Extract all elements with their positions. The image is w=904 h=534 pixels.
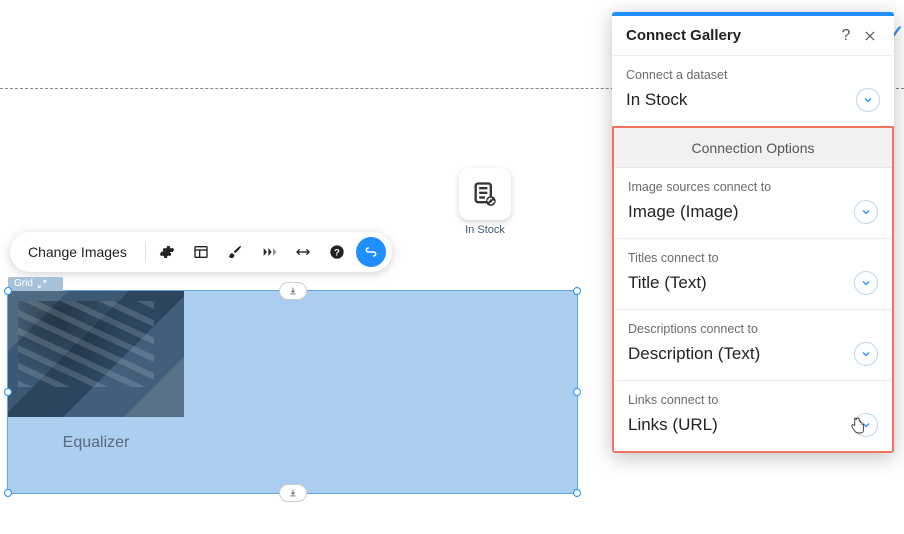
resize-handle-bottom-left[interactable] — [4, 489, 12, 497]
option-dropdown-toggle[interactable] — [854, 200, 878, 224]
connect-dataset-section: Connect a dataset In Stock — [612, 56, 894, 127]
option-titles: Titles connect to Title (Text) — [614, 239, 892, 310]
download-icon — [288, 488, 298, 498]
panel-close-button[interactable] — [858, 24, 882, 48]
resize-handle-left[interactable] — [4, 388, 12, 396]
element-type-tag[interactable]: Grid — [8, 277, 63, 291]
dataset-icon — [471, 180, 499, 208]
gallery-item[interactable]: Equalizer — [8, 291, 184, 469]
stretch-button[interactable] — [288, 237, 318, 267]
option-image-sources: Image sources connect to Image (Image) — [614, 168, 892, 239]
panel-help-button[interactable]: ? — [834, 24, 858, 48]
anchor-handle-top[interactable] — [279, 282, 307, 300]
question-icon: ? — [842, 27, 851, 45]
option-dropdown-toggle[interactable] — [854, 413, 878, 437]
change-images-button[interactable]: Change Images — [16, 237, 139, 267]
option-descriptions: Descriptions connect to Description (Tex… — [614, 310, 892, 381]
chevron-down-icon — [860, 419, 872, 431]
help-button[interactable]: ? — [322, 237, 352, 267]
connection-options-header: Connection Options — [614, 128, 892, 168]
chevron-down-icon — [862, 94, 874, 106]
resize-handle-top-left[interactable] — [4, 287, 12, 295]
panel-title: Connect Gallery — [626, 27, 834, 44]
option-dropdown-toggle[interactable] — [854, 271, 878, 295]
section-label: Titles connect to — [628, 251, 878, 265]
dataset-dropdown-value: In Stock — [626, 90, 687, 110]
svg-text:?: ? — [334, 247, 340, 257]
element-type-label: Grid — [14, 277, 33, 291]
close-icon — [863, 29, 877, 43]
connection-options-highlight: Connection Options Image sources connect… — [612, 126, 894, 453]
option-dropdown-value: Image (Image) — [628, 202, 739, 222]
option-dropdown-value: Description (Text) — [628, 344, 760, 364]
dataset-chip[interactable] — [459, 168, 511, 220]
resize-handle-top-right[interactable] — [573, 287, 581, 295]
dataset-chip-label: In Stock — [448, 224, 522, 236]
section-label: Image sources connect to — [628, 180, 878, 194]
stretch-icon — [295, 244, 311, 260]
connect-data-button[interactable] — [356, 237, 386, 267]
brush-icon — [227, 244, 243, 260]
gear-icon — [159, 244, 175, 260]
connect-gallery-panel: Connect Gallery ? Connect a dataset In S… — [612, 12, 894, 453]
layout-button[interactable] — [186, 237, 216, 267]
option-links: Links connect to Links (URL) — [614, 381, 892, 451]
chevron-down-icon — [860, 277, 872, 289]
option-dropdown-value: Title (Text) — [628, 273, 707, 293]
panel-header: Connect Gallery ? — [612, 16, 894, 56]
settings-button[interactable] — [152, 237, 182, 267]
download-icon — [288, 286, 298, 296]
resize-handle-bottom-right[interactable] — [573, 489, 581, 497]
dataset-dropdown-toggle[interactable] — [856, 88, 880, 112]
chevron-down-icon — [860, 348, 872, 360]
animation-icon — [261, 244, 277, 260]
section-label: Connect a dataset — [626, 68, 880, 82]
gallery-floating-toolbar: Change Images ? — [10, 232, 392, 272]
option-dropdown-value: Links (URL) — [628, 415, 718, 435]
anchor-handle-bottom[interactable] — [279, 484, 307, 502]
toolbar-separator — [145, 241, 146, 263]
gallery-item-image — [8, 291, 184, 417]
section-label: Descriptions connect to — [628, 322, 878, 336]
gallery-frame[interactable]: Grid Equalizer — [7, 290, 578, 494]
help-icon: ? — [329, 244, 345, 260]
section-label: Links connect to — [628, 393, 878, 407]
option-dropdown-toggle[interactable] — [854, 342, 878, 366]
expand-icon — [37, 279, 47, 289]
resize-handle-right[interactable] — [573, 388, 581, 396]
animation-button[interactable] — [254, 237, 284, 267]
layout-icon — [193, 244, 209, 260]
connect-data-icon — [363, 244, 379, 260]
design-button[interactable] — [220, 237, 250, 267]
gallery-item-caption: Equalizer — [8, 417, 184, 469]
chevron-down-icon — [860, 206, 872, 218]
